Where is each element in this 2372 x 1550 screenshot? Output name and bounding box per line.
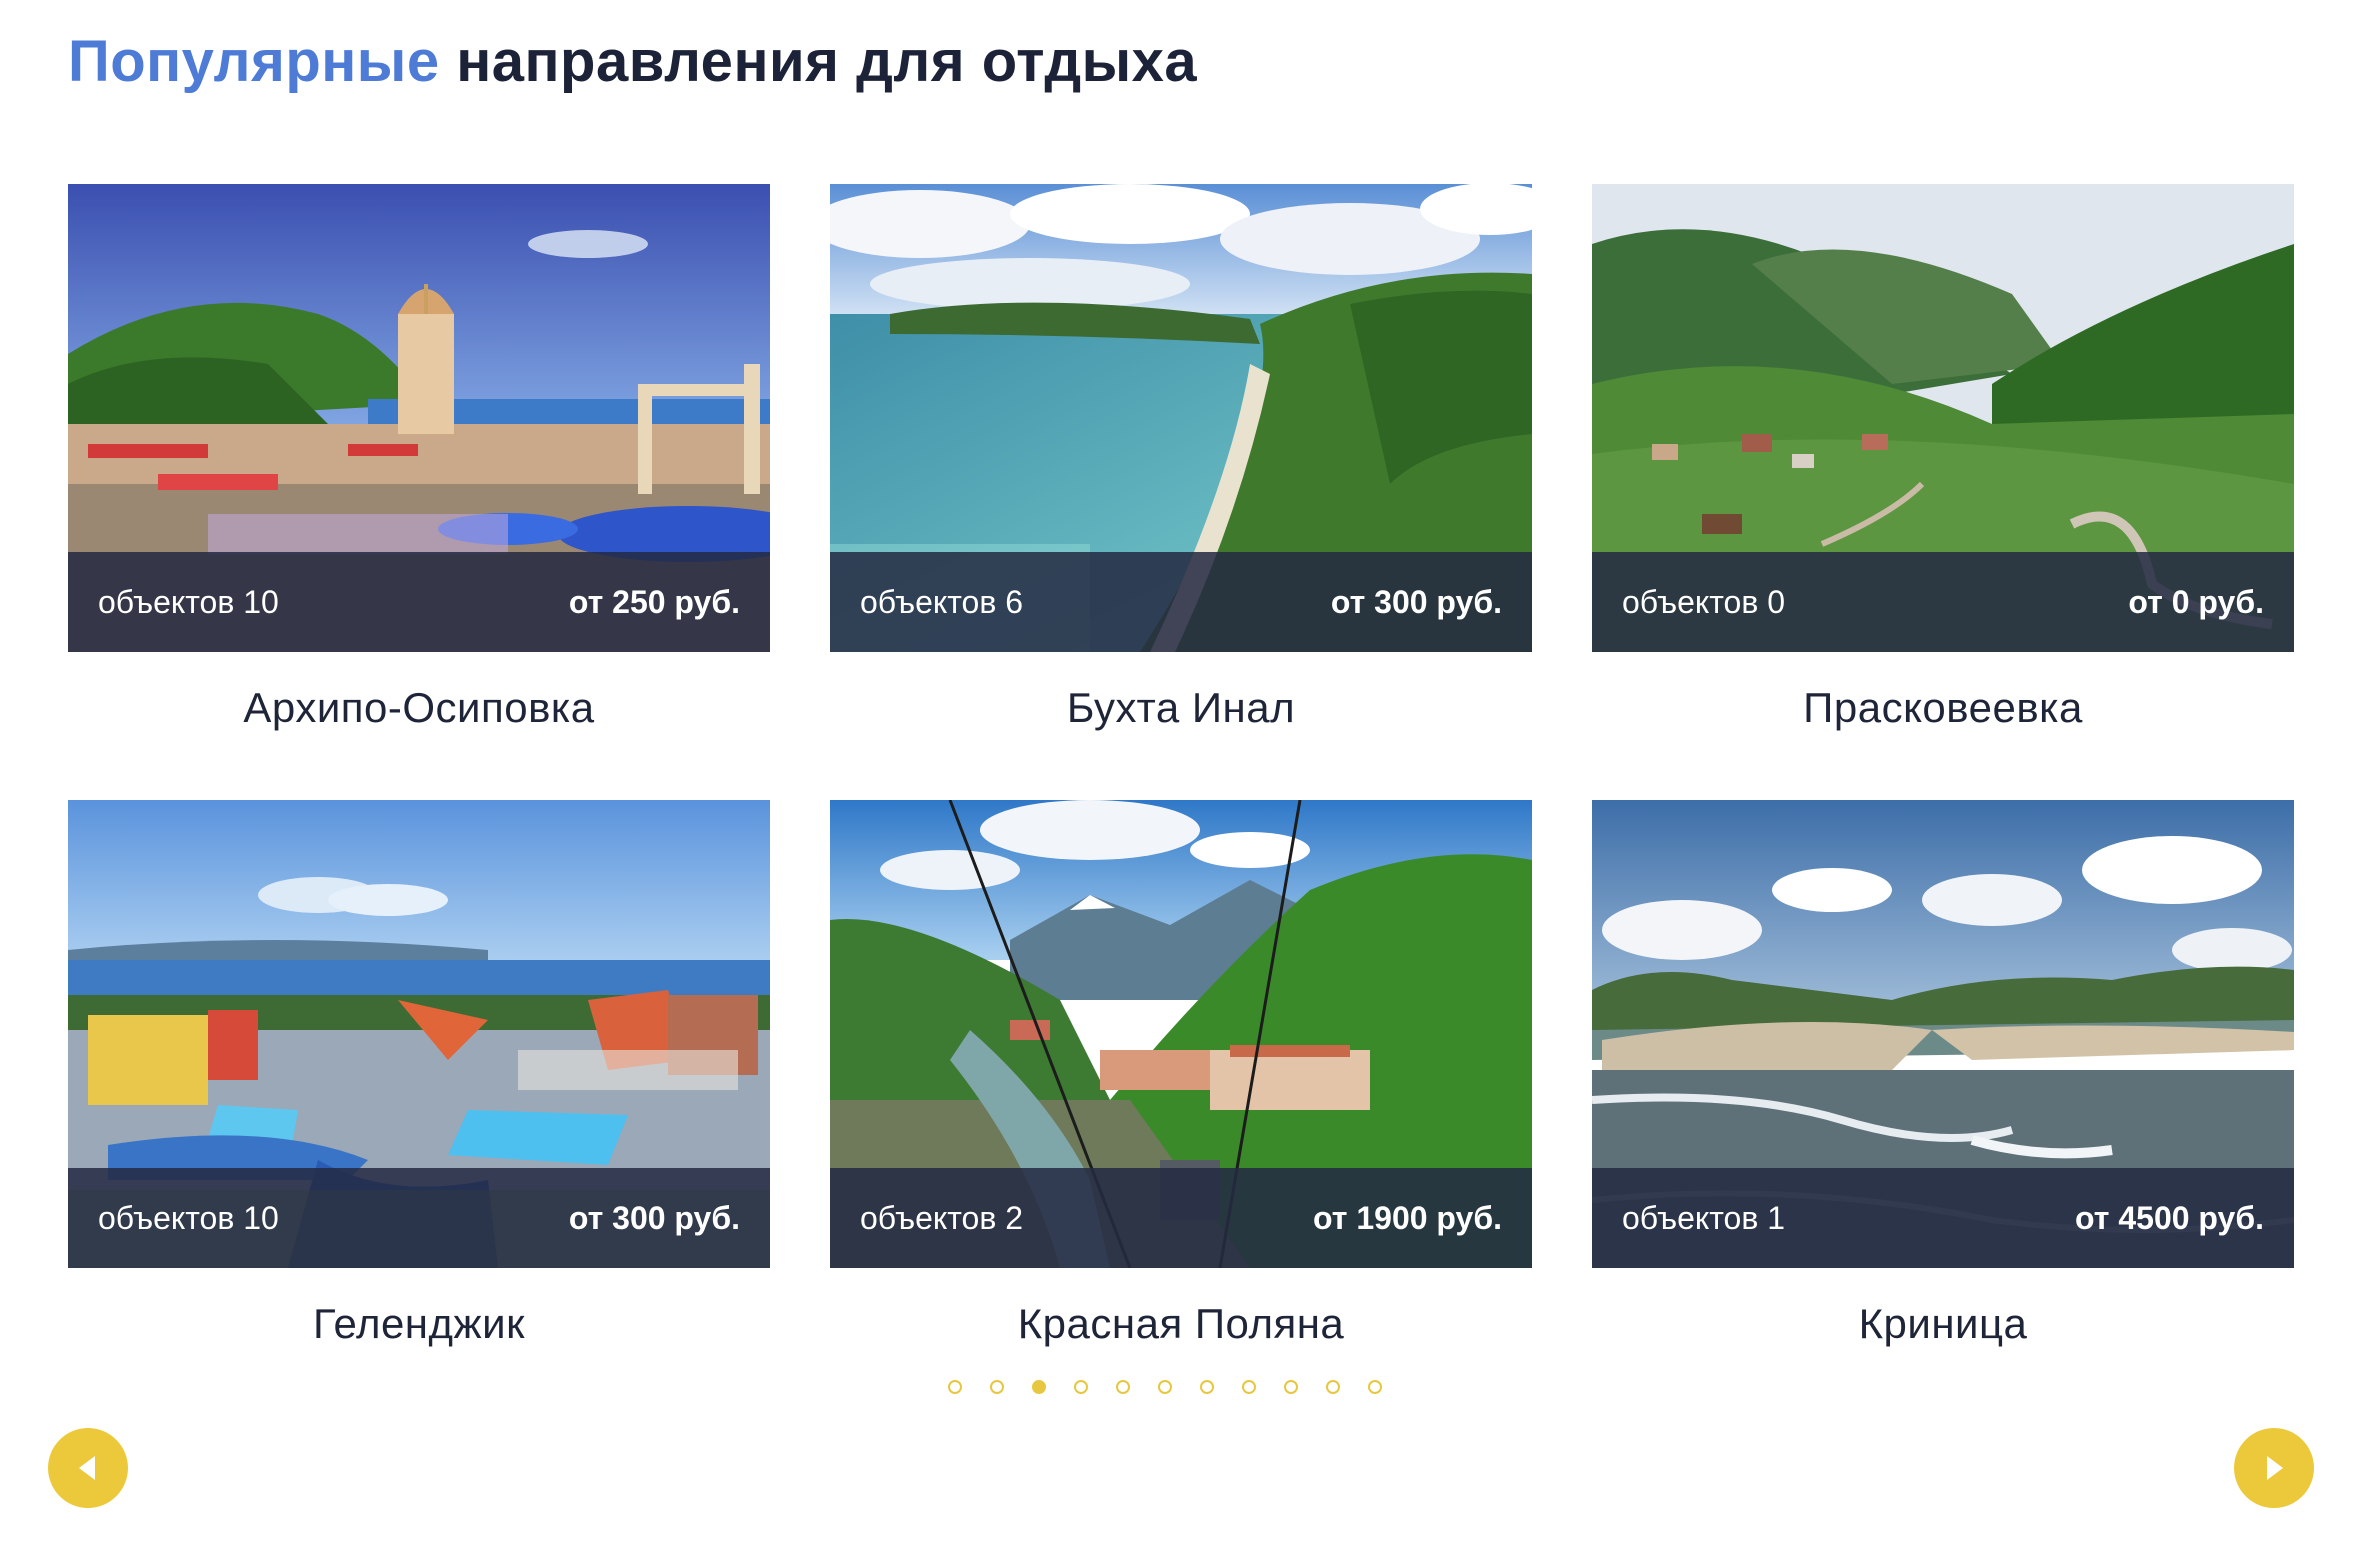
objects-count: объектов 10 <box>98 583 279 620</box>
destination-info-bar: объектов 1 от 4500 руб. <box>1592 1168 2294 1268</box>
destination-card[interactable]: объектов 6 от 300 руб. Бухта Инал <box>830 184 1532 800</box>
destination-info-bar: объектов 10 от 300 руб. <box>68 1168 770 1268</box>
price-from: от 0 руб. <box>2128 583 2264 620</box>
triangle-right-icon <box>2267 1456 2283 1480</box>
destinations-grid: объектов 10 от 250 руб. Архипо-Осиповка <box>68 184 2294 1416</box>
pagination-dot[interactable] <box>948 1380 962 1394</box>
destination-photo[interactable]: объектов 2 от 1900 руб. <box>830 800 1532 1268</box>
objects-count: объектов 0 <box>1622 583 1785 620</box>
pagination-dot[interactable] <box>1284 1380 1298 1394</box>
destination-card[interactable]: объектов 0 от 0 руб. Прасковеевка <box>1592 184 2294 800</box>
carousel-prev-button[interactable] <box>48 1428 128 1508</box>
pagination-dot[interactable] <box>1368 1380 1382 1394</box>
section-title: Популярные направления для отдыха <box>68 28 1197 95</box>
destination-card[interactable]: объектов 10 от 250 руб. Архипо-Осиповка <box>68 184 770 800</box>
destination-photo[interactable]: объектов 10 от 300 руб. <box>68 800 770 1268</box>
price-from: от 4500 руб. <box>2075 1199 2264 1236</box>
objects-count: объектов 6 <box>860 583 1023 620</box>
destination-name[interactable]: Бухта Инал <box>830 684 1532 732</box>
destination-card[interactable]: объектов 2 от 1900 руб. Красная Поляна <box>830 800 1532 1416</box>
destination-photo[interactable]: объектов 6 от 300 руб. <box>830 184 1532 652</box>
destination-info-bar: объектов 0 от 0 руб. <box>1592 552 2294 652</box>
pagination-dot[interactable] <box>1158 1380 1172 1394</box>
price-from: от 1900 руб. <box>1313 1199 1502 1236</box>
destination-photo[interactable]: объектов 10 от 250 руб. <box>68 184 770 652</box>
destination-card[interactable]: объектов 1 от 4500 руб. Криница <box>1592 800 2294 1416</box>
destination-info-bar: объектов 6 от 300 руб. <box>830 552 1532 652</box>
pagination-dot[interactable] <box>1200 1380 1214 1394</box>
triangle-left-icon <box>79 1456 95 1480</box>
carousel-pagination <box>948 1380 1382 1394</box>
section-title-accent: Популярные <box>68 29 440 94</box>
destination-name[interactable]: Криница <box>1592 1300 2294 1348</box>
destination-photo[interactable]: объектов 1 от 4500 руб. <box>1592 800 2294 1268</box>
carousel-next-button[interactable] <box>2234 1428 2314 1508</box>
pagination-dot[interactable] <box>1074 1380 1088 1394</box>
price-from: от 250 руб. <box>568 583 740 620</box>
price-from: от 300 руб. <box>568 1199 740 1236</box>
destination-photo[interactable]: объектов 0 от 0 руб. <box>1592 184 2294 652</box>
price-from: от 300 руб. <box>1330 583 1502 620</box>
objects-count: объектов 2 <box>860 1199 1023 1236</box>
destination-name[interactable]: Красная Поляна <box>830 1300 1532 1348</box>
pagination-dot[interactable] <box>990 1380 1004 1394</box>
pagination-dot[interactable] <box>1116 1380 1130 1394</box>
objects-count: объектов 1 <box>1622 1199 1785 1236</box>
section-title-rest: направления для отдыха <box>456 29 1198 94</box>
destination-info-bar: объектов 2 от 1900 руб. <box>830 1168 1532 1268</box>
destination-card[interactable]: объектов 10 от 300 руб. Геленджик <box>68 800 770 1416</box>
objects-count: объектов 10 <box>98 1199 279 1236</box>
destination-name[interactable]: Прасковеевка <box>1592 684 2294 732</box>
destination-name[interactable]: Геленджик <box>68 1300 770 1348</box>
destination-name[interactable]: Архипо-Осиповка <box>68 684 770 732</box>
pagination-dot-active[interactable] <box>1032 1380 1046 1394</box>
pagination-dot[interactable] <box>1326 1380 1340 1394</box>
pagination-dot[interactable] <box>1242 1380 1256 1394</box>
destination-info-bar: объектов 10 от 250 руб. <box>68 552 770 652</box>
